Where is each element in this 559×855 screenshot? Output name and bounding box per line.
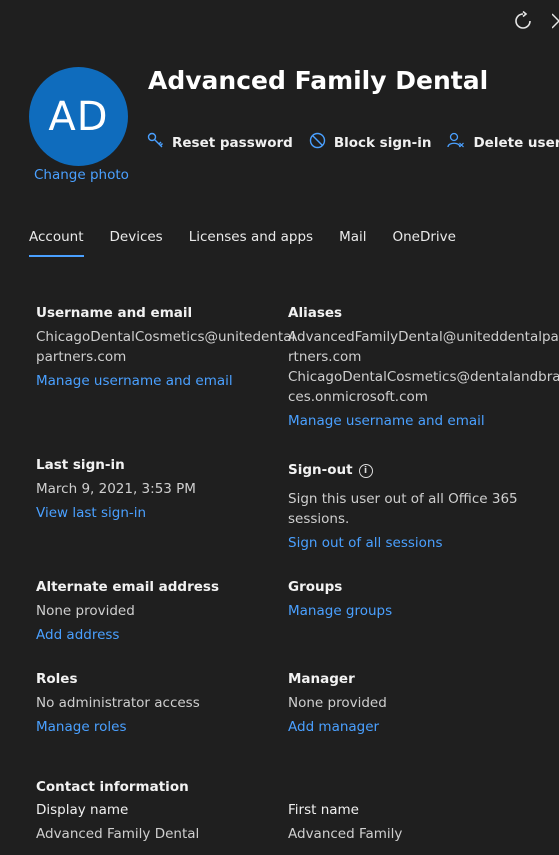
manager-value: None provided xyxy=(288,695,387,711)
avatar: AD xyxy=(29,67,128,166)
aliases-label: Aliases xyxy=(288,305,343,321)
username-label: Username and email xyxy=(36,305,193,321)
manage-aliases-link[interactable]: Manage username and email xyxy=(288,413,485,429)
alias-line: rtners.com xyxy=(288,349,362,365)
last-signin-value: March 9, 2021, 3:53 PM xyxy=(36,481,196,497)
alias-line: ces.onmicrosoft.com xyxy=(288,389,428,405)
avatar-initials: AD xyxy=(48,93,109,140)
tab-devices[interactable]: Devices xyxy=(110,229,163,257)
add-manager-link[interactable]: Add manager xyxy=(288,719,379,735)
block-icon xyxy=(309,132,334,153)
info-icon[interactable]: i xyxy=(358,464,373,478)
tab-onedrive[interactable]: OneDrive xyxy=(393,229,456,257)
close-icon[interactable] xyxy=(551,12,559,30)
contact-info-heading: Contact information xyxy=(36,779,189,795)
reset-password-label: Reset password xyxy=(172,134,293,151)
manage-username-link[interactable]: Manage username and email xyxy=(36,373,233,389)
signout-label: Sign-out i xyxy=(288,462,373,478)
alt-email-label: Alternate email address xyxy=(36,579,219,595)
first-name-label: First name xyxy=(288,802,359,818)
alias-line: ChicagoDentalCosmetics@dentalandbra xyxy=(288,369,559,385)
delete-user-icon xyxy=(447,132,473,153)
roles-value: No administrator access xyxy=(36,695,200,711)
manage-roles-link[interactable]: Manage roles xyxy=(36,719,127,735)
alias-line: AdvancedFamilyDental@uniteddentalpa xyxy=(288,329,559,345)
signout-value-line1: Sign this user out of all Office 365 xyxy=(288,491,518,507)
delete-user-button[interactable]: Delete user xyxy=(447,132,559,153)
manager-label: Manager xyxy=(288,671,355,687)
change-photo-link[interactable]: Change photo xyxy=(34,167,129,183)
username-value-line1: ChicagoDentalCosmetics@unitedental xyxy=(36,329,296,345)
first-name-value: Advanced Family xyxy=(288,826,403,842)
reset-password-button[interactable]: Reset password xyxy=(147,132,293,153)
last-signin-label: Last sign-in xyxy=(36,457,125,473)
block-signin-label: Block sign-in xyxy=(333,134,432,151)
manage-groups-link[interactable]: Manage groups xyxy=(288,603,392,619)
username-value-line2: partners.com xyxy=(36,349,127,365)
tab-bar: Account Devices Licenses and apps Mail O… xyxy=(29,229,482,257)
signout-all-sessions-link[interactable]: Sign out of all sessions xyxy=(288,535,443,551)
tab-mail[interactable]: Mail xyxy=(339,229,366,257)
add-address-link[interactable]: Add address xyxy=(36,627,119,643)
display-name-value: Advanced Family Dental xyxy=(36,826,200,842)
tab-account[interactable]: Account xyxy=(29,229,84,257)
roles-label: Roles xyxy=(36,671,78,687)
tab-licenses-and-apps[interactable]: Licenses and apps xyxy=(189,229,313,257)
page-title: Advanced Family Dental xyxy=(148,66,489,95)
display-name-label: Display name xyxy=(36,802,129,818)
delete-user-label: Delete user xyxy=(473,134,559,151)
key-icon xyxy=(147,132,172,153)
signout-label-text: Sign-out xyxy=(288,462,353,478)
alt-email-value: None provided xyxy=(36,603,135,619)
refresh-icon[interactable] xyxy=(513,10,533,34)
signout-value-line2: sessions. xyxy=(288,511,350,527)
groups-label: Groups xyxy=(288,579,343,595)
block-signin-button[interactable]: Block sign-in xyxy=(309,132,432,153)
user-actions: Reset password Block sign-in Delete user xyxy=(147,132,559,153)
view-last-signin-link[interactable]: View last sign-in xyxy=(36,505,146,521)
